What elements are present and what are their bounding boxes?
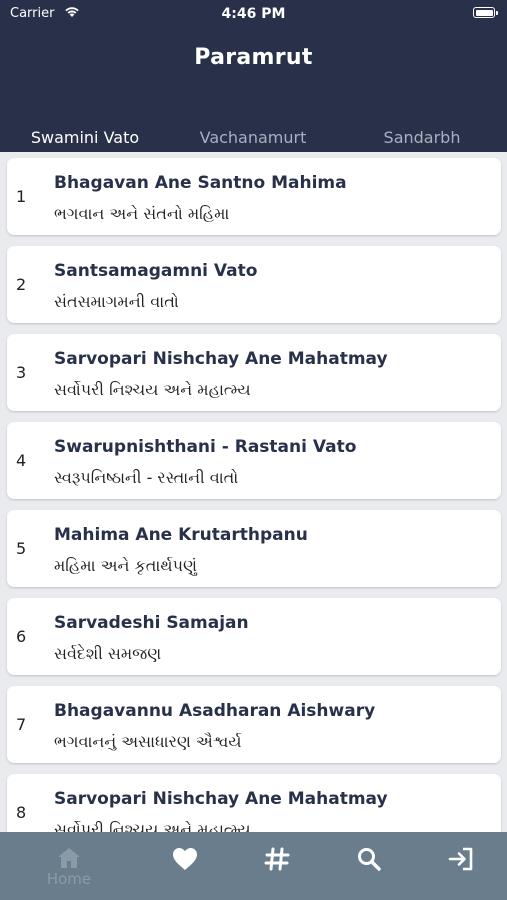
item-title: Santsamagamni Vato xyxy=(54,261,258,281)
tab-home-label: Home xyxy=(46,870,92,888)
item-title: Bhagavannu Asadharan Aishwary xyxy=(54,701,376,721)
tab-home[interactable]: Home xyxy=(34,832,104,900)
item-subtitle: મહિમા અને કૃતાર્થપણું xyxy=(54,556,197,575)
tab-vachanamurt[interactable]: Vachanamurt xyxy=(183,128,323,147)
tab-swamini-vato[interactable]: Swamini Vato xyxy=(15,128,155,147)
home-icon xyxy=(58,848,80,868)
list-item[interactable]: 3 Sarvopari Nishchay Ane Mahatmay સર્વોપ… xyxy=(7,334,501,411)
item-number: 6 xyxy=(16,627,27,646)
item-subtitle: સ્વરૂપનિષ્ઠાની - રસ્તાની વાતો xyxy=(54,468,239,487)
logout-icon xyxy=(448,847,473,871)
hashtag-icon xyxy=(264,847,290,871)
app-header: Carrier 4:46 PM Paramrut Swamini Vato Va… xyxy=(0,0,507,152)
item-number: 7 xyxy=(16,715,27,734)
heart-icon xyxy=(173,848,197,870)
bottom-tab-bar: Home xyxy=(0,832,507,900)
item-subtitle: સર્વદેશી સમજણ xyxy=(54,644,162,663)
top-tabs: Swamini Vato Vachanamurt Sandarbh xyxy=(0,128,507,152)
status-time: 4:46 PM xyxy=(221,6,286,22)
list-item[interactable]: 5 Mahima Ane Krutarthpanu મહિમા અને કૃતા… xyxy=(7,510,501,587)
item-number: 3 xyxy=(16,363,27,382)
item-number: 1 xyxy=(16,187,27,206)
search-icon xyxy=(358,848,381,871)
chapter-list: 1 Bhagavan Ane Santno Mahima ભગવાન અને સ… xyxy=(0,152,507,832)
item-title: Sarvopari Nishchay Ane Mahatmay xyxy=(54,349,388,369)
item-number: 2 xyxy=(16,275,27,294)
item-subtitle: સંતસમાગમની વાતો xyxy=(54,292,179,311)
tab-favorites[interactable] xyxy=(150,832,220,900)
list-item[interactable]: 4 Swarupnishthani - Rastani Vato સ્વરૂપન… xyxy=(7,422,501,499)
page-title: Paramrut xyxy=(194,45,313,70)
item-subtitle: ભગવાન અને સંતનો મહિમા xyxy=(54,204,230,223)
tab-sandarbh[interactable]: Sandarbh xyxy=(352,128,492,147)
list-item[interactable]: 6 Sarvadeshi Samajan સર્વદેશી સમજણ xyxy=(7,598,501,675)
item-subtitle: ભગવાનનું અસાધારણ ઐશ્વર્ય xyxy=(54,732,242,751)
item-number: 5 xyxy=(16,539,27,558)
item-number: 4 xyxy=(16,451,27,470)
item-title: Sarvopari Nishchay Ane Mahatmay xyxy=(54,789,388,809)
item-title: Bhagavan Ane Santno Mahima xyxy=(54,173,347,193)
list-item[interactable]: 1 Bhagavan Ane Santno Mahima ભગવાન અને સ… xyxy=(7,158,501,235)
item-title: Mahima Ane Krutarthpanu xyxy=(54,525,308,545)
item-title: Sarvadeshi Samajan xyxy=(54,613,249,633)
tab-search[interactable] xyxy=(334,832,404,900)
battery-icon xyxy=(473,7,498,18)
status-bar: Carrier 4:46 PM xyxy=(0,0,507,28)
list-item[interactable]: 7 Bhagavannu Asadharan Aishwary ભગવાનનું… xyxy=(7,686,501,763)
item-subtitle: સર્વોપરી નિશ્ચય અને મહાત્મ્ય xyxy=(54,380,251,399)
list-item[interactable]: 8 Sarvopari Nishchay Ane Mahatmay સર્વોપ… xyxy=(7,774,501,832)
item-title: Swarupnishthani - Rastani Vato xyxy=(54,437,357,457)
list-item[interactable]: 2 Santsamagamni Vato સંતસમાગમની વાતો xyxy=(7,246,501,323)
tab-logout[interactable] xyxy=(426,832,496,900)
item-subtitle: સર્વોપરી નિશ્ચય અને મહાત્મ્ય xyxy=(54,820,251,832)
item-number: 8 xyxy=(16,803,27,822)
tab-tags[interactable] xyxy=(242,832,312,900)
